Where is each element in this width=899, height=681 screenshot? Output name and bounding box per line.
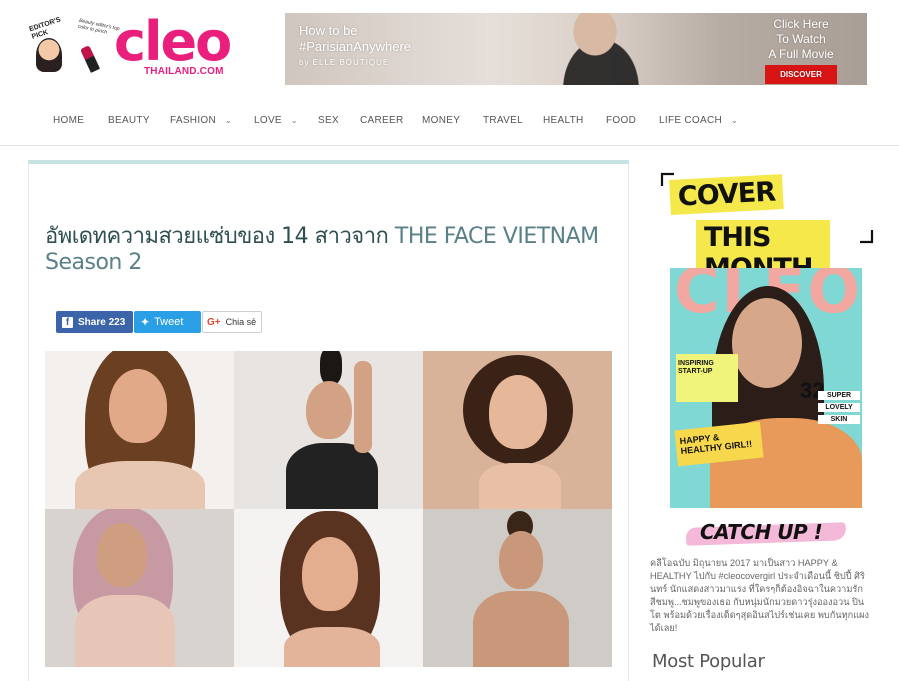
nav-label: FOOD bbox=[606, 115, 637, 126]
body-shape bbox=[284, 627, 380, 667]
ad-discover-button[interactable]: DISCOVER bbox=[765, 65, 837, 84]
nav-label: FASHION bbox=[170, 115, 216, 126]
nav-label: LIFE COACH bbox=[659, 115, 723, 126]
nav-item-beauty[interactable]: BEAUTY bbox=[108, 115, 150, 126]
nav-item-food[interactable]: FOOD bbox=[606, 115, 636, 126]
cover-badges: SUPER LOVELY SKIN bbox=[818, 388, 860, 424]
banner-ad[interactable]: How to be #ParisianAnywhere by ELLE BOUT… bbox=[285, 13, 867, 85]
nav-item-fashion[interactable]: FASHION ⌄ bbox=[170, 115, 232, 126]
logo-wordmark: cleo bbox=[114, 10, 232, 73]
article-title-thai: อัพเดทความสวยแซ่บของ 14 สาวจาก bbox=[45, 224, 395, 249]
ad-cta: Click Here To Watch A Full Movie DISCOVE… bbox=[765, 17, 837, 84]
tweet-label: Tweet bbox=[154, 316, 184, 328]
chevron-down-icon: ⌄ bbox=[225, 116, 233, 125]
site-header: EDITOR'S PICK Beauty editor's top color … bbox=[0, 0, 899, 100]
face-shape bbox=[109, 369, 167, 443]
contestant-photo-3[interactable] bbox=[423, 351, 612, 509]
corner-decoration-icon bbox=[860, 230, 874, 244]
magazine-cover-image[interactable]: CLEO INSPIRING START-UP HAPPY & HEALTHY … bbox=[670, 268, 862, 508]
google-plus-share-button[interactable]: G+ Chia sẻ bbox=[202, 311, 262, 333]
chevron-down-icon: ⌄ bbox=[290, 116, 298, 125]
ad-line-1: How to be bbox=[299, 23, 358, 38]
contestant-photo-2[interactable] bbox=[234, 351, 423, 509]
facebook-share-label: Share 223 bbox=[78, 316, 126, 328]
nav-item-home[interactable]: HOME bbox=[53, 115, 84, 126]
nav-label: MONEY bbox=[422, 115, 461, 126]
article-card: อัพเดทความสวยแซ่บของ 14 สาวจาก THE FACE … bbox=[28, 160, 629, 681]
cover-badge: SKIN bbox=[818, 415, 860, 424]
face-shape bbox=[97, 523, 147, 587]
nav-item-travel[interactable]: TRAVEL bbox=[483, 115, 523, 126]
cover-callout-text: INSPIRING START-UP bbox=[678, 360, 714, 375]
ad-cta-1: Click Here bbox=[773, 17, 829, 31]
main-nav: HOME BEAUTY FASHION ⌄ LOVE ⌄ SEX CAREER MO… bbox=[0, 100, 899, 146]
photo-grid bbox=[45, 351, 613, 667]
nav-label: LOVE bbox=[254, 115, 282, 126]
face-shape bbox=[302, 537, 358, 611]
cover-badge: SUPER bbox=[818, 391, 860, 400]
ad-model-image bbox=[535, 13, 655, 85]
hair-shape bbox=[320, 351, 342, 385]
nav-label: CAREER bbox=[360, 115, 404, 126]
arm-shape bbox=[354, 361, 372, 453]
article-title[interactable]: อัพเดทความสวยแซ่บของ 14 สาวจาก THE FACE … bbox=[45, 224, 605, 276]
nav-item-life-coach[interactable]: LIFE COACH ⌄ bbox=[659, 115, 738, 126]
face-shape bbox=[489, 375, 547, 449]
lipstick-icon bbox=[79, 45, 101, 73]
nav-label: SEX bbox=[318, 115, 339, 126]
chevron-down-icon: ⌄ bbox=[731, 116, 739, 125]
twitter-bird-icon: ✦ bbox=[140, 315, 151, 329]
nav-label: HOME bbox=[53, 115, 85, 126]
ad-line-2: #ParisianAnywhere bbox=[299, 39, 412, 54]
cover-badge: LOVELY bbox=[818, 403, 860, 412]
nav-item-career[interactable]: CAREER bbox=[360, 115, 403, 126]
nav-label: TRAVEL bbox=[483, 115, 523, 126]
contestant-photo-6[interactable] bbox=[423, 509, 612, 667]
contestant-photo-5[interactable] bbox=[234, 509, 423, 667]
ad-cta-3: A Full Movie bbox=[768, 47, 834, 61]
body-shape bbox=[75, 595, 175, 667]
face-shape bbox=[306, 381, 352, 439]
nav-item-money[interactable]: MONEY bbox=[422, 115, 460, 126]
tweet-button[interactable]: ✦ Tweet bbox=[134, 311, 201, 333]
nav-item-love[interactable]: LOVE ⌄ bbox=[254, 115, 298, 126]
body-shape bbox=[473, 591, 569, 667]
facebook-share-button[interactable]: f Share 223 bbox=[56, 311, 133, 333]
logo-domain: THAILAND.COM bbox=[144, 66, 224, 77]
cover-this-month-heading: COVER THIS MONTH bbox=[660, 172, 830, 286]
site-logo[interactable]: EDITOR'S PICK Beauty editor's top color … bbox=[28, 10, 258, 86]
google-plus-label: Chia sẻ bbox=[225, 317, 257, 327]
contestant-photo-1[interactable] bbox=[45, 351, 234, 509]
nav-label: BEAUTY bbox=[108, 115, 150, 126]
sidebar: COVER THIS MONTH CLEO INSPIRING START-UP… bbox=[650, 160, 899, 681]
body-shape bbox=[479, 463, 561, 509]
cover-face-shape bbox=[732, 298, 802, 388]
cover-heading-line-1: COVER bbox=[669, 174, 784, 215]
contestant-photo-4[interactable] bbox=[45, 509, 234, 667]
body-shape bbox=[75, 461, 205, 509]
face-shape bbox=[499, 531, 543, 589]
facebook-icon: f bbox=[62, 316, 73, 328]
ad-line-3: by ELLE BOUTIQUE bbox=[299, 58, 390, 67]
catch-up-description: คลีโอฉบับ มิถุนายน 2017 มาเป็นสาว HAPPY … bbox=[650, 558, 870, 633]
ad-cta-2: To Watch bbox=[776, 32, 826, 46]
catch-up-heading: CATCH UP ! bbox=[685, 516, 856, 550]
nav-label: HEALTH bbox=[543, 115, 584, 126]
ad-copy: How to be #ParisianAnywhere by ELLE BOUT… bbox=[299, 23, 411, 71]
nav-item-sex[interactable]: SEX bbox=[318, 115, 339, 126]
editor-avatar bbox=[36, 38, 62, 72]
nav-item-health[interactable]: HEALTH bbox=[543, 115, 584, 126]
google-plus-icon: G+ bbox=[207, 316, 221, 328]
catch-up-label: CATCH UP ! bbox=[700, 520, 823, 544]
most-popular-heading: Most Popular bbox=[652, 651, 765, 672]
